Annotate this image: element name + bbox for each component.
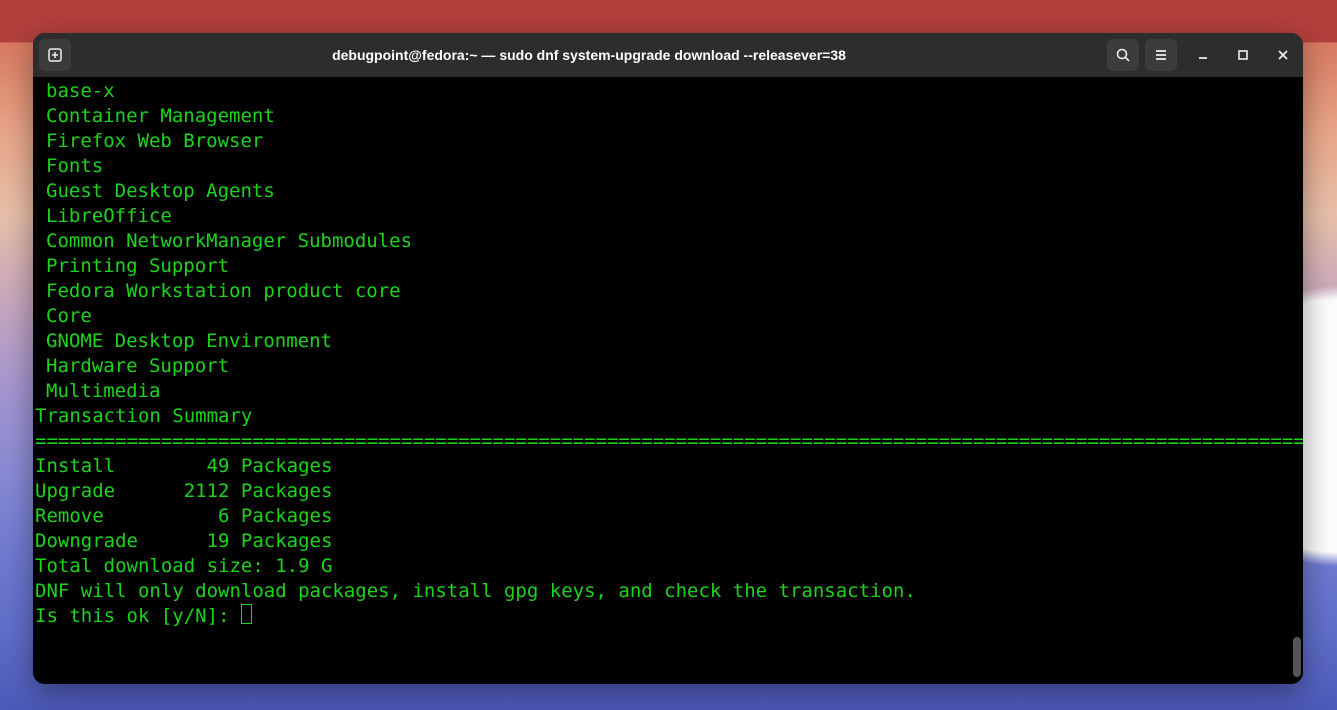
desktop-wallpaper: debugpoint@fedora:~ — sudo dnf system-up…: [0, 0, 1337, 710]
minimize-button[interactable]: [1189, 41, 1217, 69]
terminal-line: base-x: [35, 79, 1301, 104]
terminal-line: Printing Support: [35, 254, 1301, 279]
terminal-line: LibreOffice: [35, 204, 1301, 229]
terminal-line: Install 49 Packages: [35, 454, 1301, 479]
terminal-line: Fedora Workstation product core: [35, 279, 1301, 304]
search-button[interactable]: [1107, 39, 1139, 71]
scrollbar-thumb[interactable]: [1293, 637, 1301, 677]
search-icon: [1115, 47, 1131, 63]
terminal-window: debugpoint@fedora:~ — sudo dnf system-up…: [33, 33, 1303, 684]
terminal-line: DNF will only download packages, install…: [35, 579, 1301, 604]
terminal-line: Transaction Summary: [35, 404, 1301, 429]
close-button[interactable]: [1269, 41, 1297, 69]
terminal-line: Common NetworkManager Submodules: [35, 229, 1301, 254]
window-title: debugpoint@fedora:~ — sudo dnf system-up…: [71, 47, 1107, 63]
terminal-line: GNOME Desktop Environment: [35, 329, 1301, 354]
hamburger-icon: [1153, 47, 1169, 63]
terminal-line: Total download size: 1.9 G: [35, 554, 1301, 579]
close-icon: [1277, 49, 1289, 61]
maximize-button[interactable]: [1229, 41, 1257, 69]
terminal-line: ========================================…: [35, 429, 1301, 454]
terminal-line: Core: [35, 304, 1301, 329]
minimize-icon: [1197, 49, 1209, 61]
terminal-line: Firefox Web Browser: [35, 129, 1301, 154]
terminal-line: Container Management: [35, 104, 1301, 129]
terminal-line: Is this ok [y/N]:: [35, 604, 1301, 629]
new-tab-icon: [47, 47, 63, 63]
new-tab-button[interactable]: [39, 39, 71, 71]
maximize-icon: [1237, 49, 1249, 61]
cursor: [241, 604, 252, 624]
terminal-line: Hardware Support: [35, 354, 1301, 379]
terminal-line: Remove 6 Packages: [35, 504, 1301, 529]
terminal-line: Multimedia: [35, 379, 1301, 404]
terminal-line: Guest Desktop Agents: [35, 179, 1301, 204]
terminal-line: Downgrade 19 Packages: [35, 529, 1301, 554]
terminal-area[interactable]: base-xContainer ManagementFirefox Web Br…: [33, 77, 1303, 684]
titlebar: debugpoint@fedora:~ — sudo dnf system-up…: [33, 33, 1303, 77]
terminal-line: Upgrade 2112 Packages: [35, 479, 1301, 504]
terminal-output[interactable]: base-xContainer ManagementFirefox Web Br…: [33, 77, 1303, 684]
terminal-line: Fonts: [35, 154, 1301, 179]
menu-button[interactable]: [1145, 39, 1177, 71]
